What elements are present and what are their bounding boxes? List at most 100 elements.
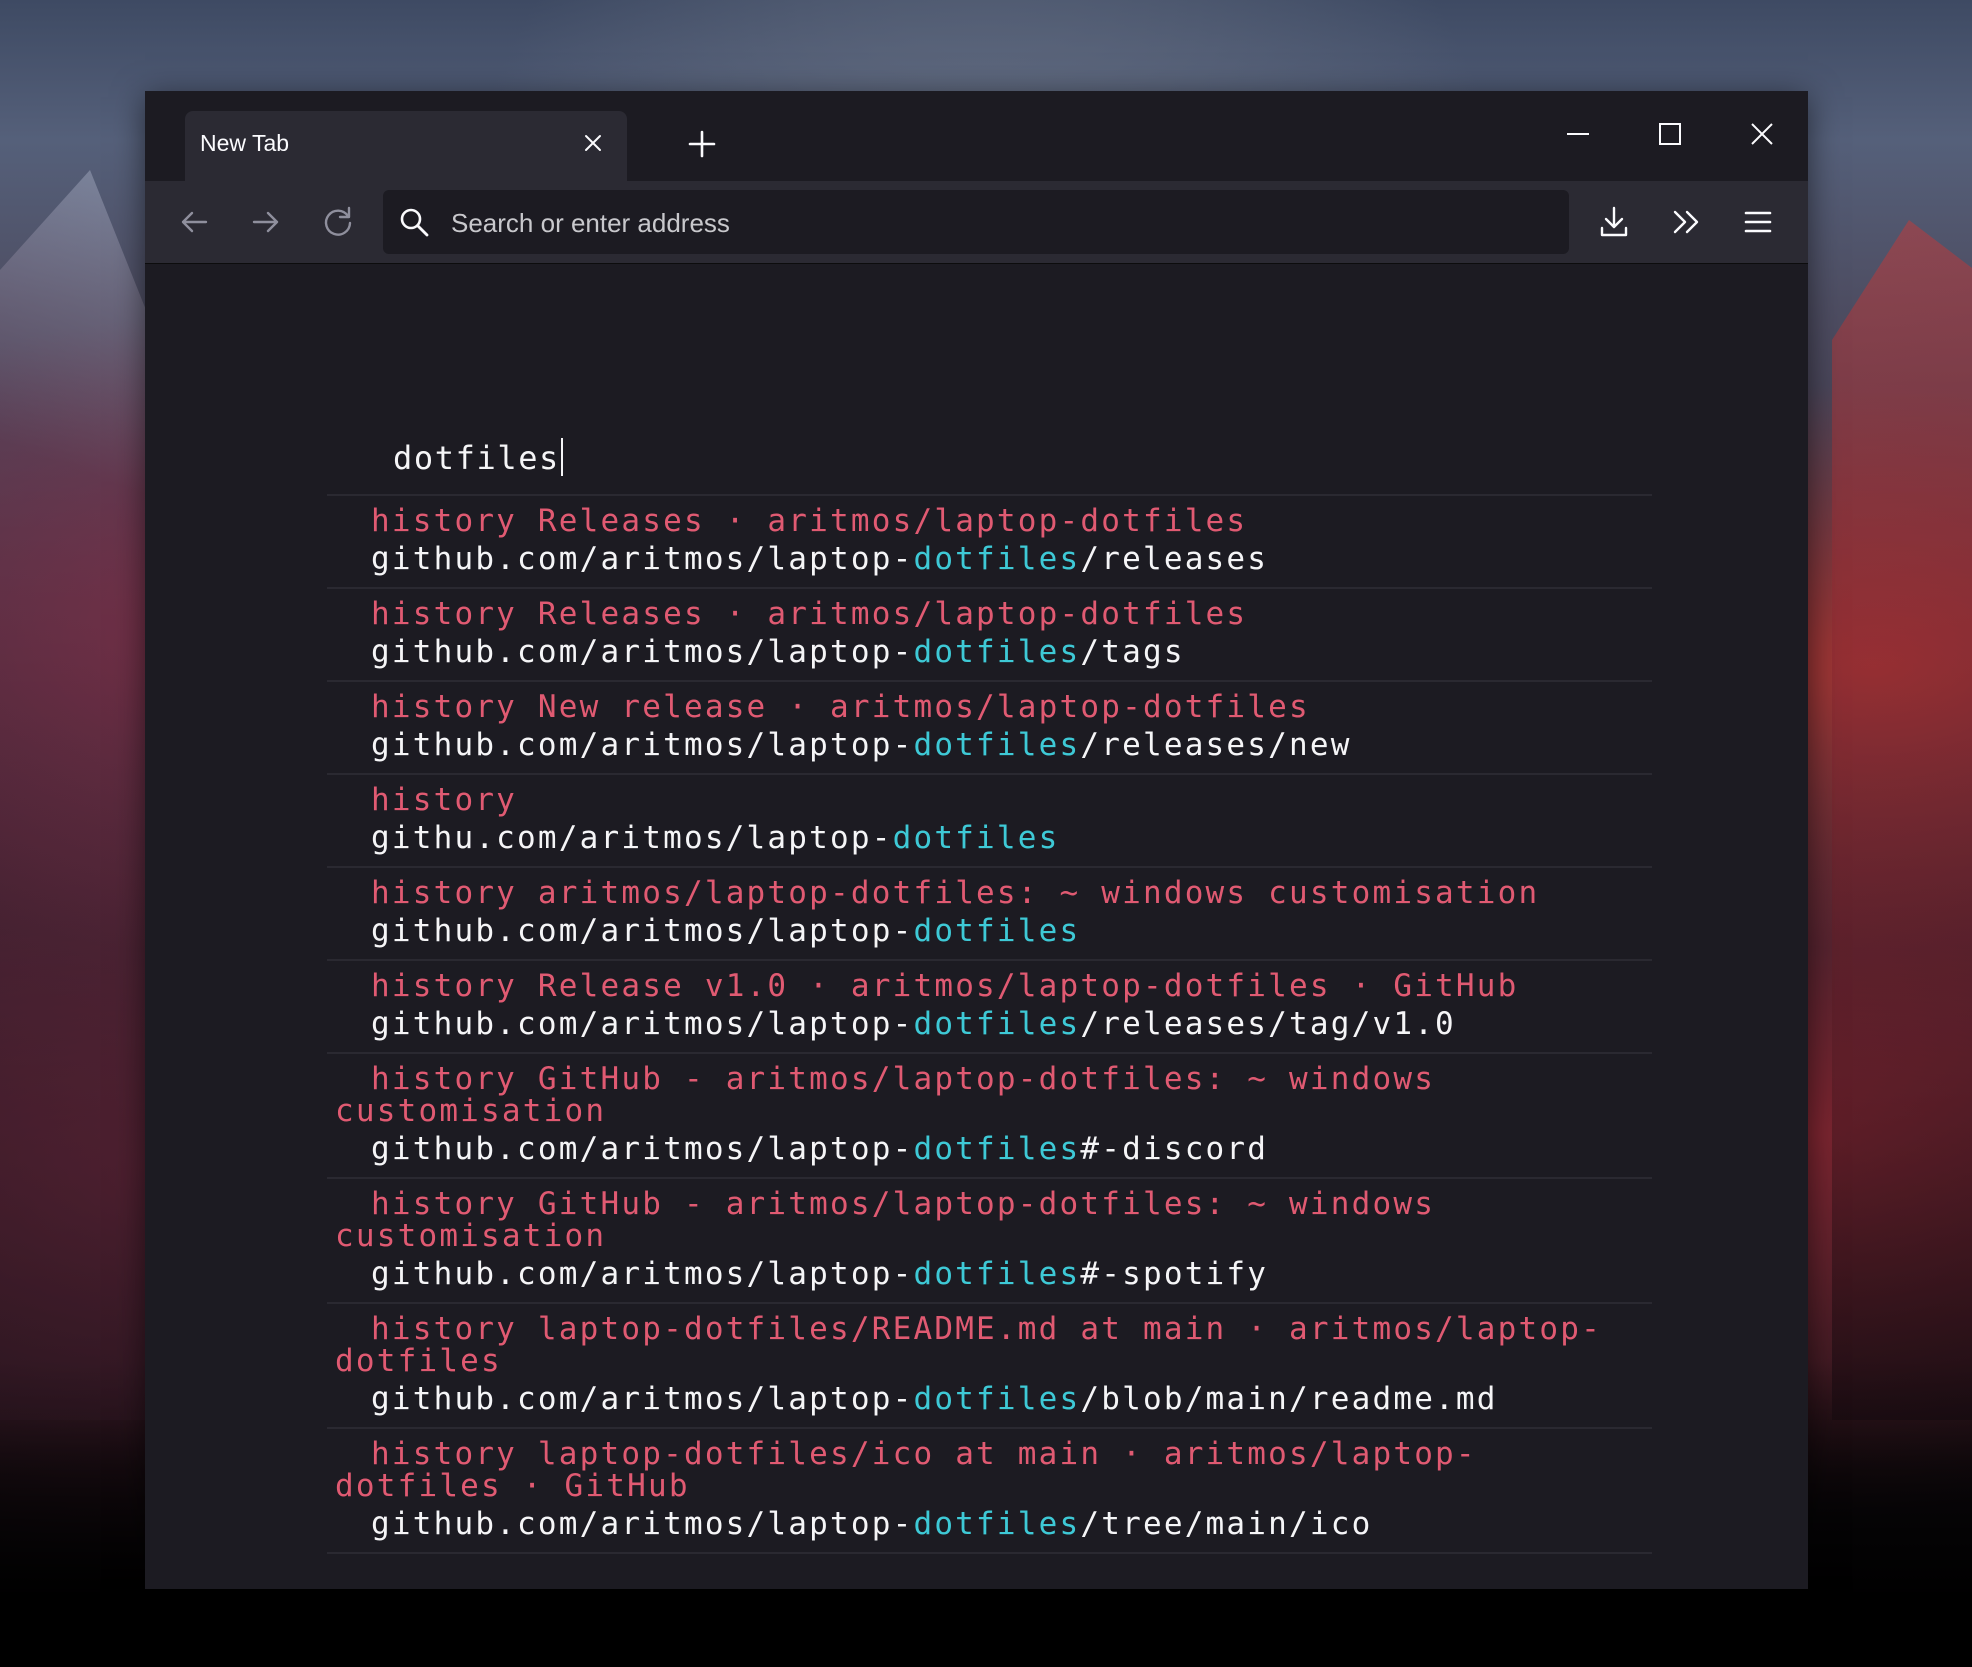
omnibox-panel: dotfiles history Releases · aritmos/lapt… <box>327 424 1652 1589</box>
url-match-highlight: dotfiles <box>913 913 1081 949</box>
url-suffix: /releases <box>1080 541 1269 577</box>
suggestion-title: history laptop-dotfiles/ico at main · ar… <box>335 1438 1625 1502</box>
url-prefix: github.com/aritmos/laptop- <box>371 1381 914 1417</box>
history-tag: history <box>371 596 518 632</box>
new-tab-plus-icon[interactable] <box>685 127 719 161</box>
close-window-icon[interactable] <box>1747 119 1777 149</box>
suggestion-row[interactable]: history laptop-dotfiles/ico at main · ar… <box>327 1429 1652 1554</box>
page-content: dotfiles history Releases · aritmos/lapt… <box>145 264 1808 1589</box>
navigation-toolbar: Search or enter address <box>145 181 1808 264</box>
wallpaper-mountain-left <box>0 170 150 1420</box>
url-match-highlight: dotfiles <box>892 820 1060 856</box>
suggestion-url: github.com/aritmos/laptop-dotfiles/relea… <box>335 1002 1652 1046</box>
omnibox-query: dotfiles <box>393 438 563 477</box>
url-match-highlight: dotfiles <box>913 1506 1081 1542</box>
suggestion-url: github.com/aritmos/laptop-dotfiles/blob/… <box>335 1377 1652 1421</box>
suggestion-url: github.com/aritmos/laptop-dotfiles <box>335 909 1652 953</box>
suggestion-row[interactable]: history Releases · aritmos/laptop-dotfil… <box>327 589 1652 682</box>
tab-new-tab[interactable]: New Tab <box>185 111 627 181</box>
wallpaper-mountain-right <box>1832 220 1972 1420</box>
suggestion-url: github.com/aritmos/laptop-dotfiles/relea… <box>335 537 1652 581</box>
suggestion-title: history laptop-dotfiles/README.md at mai… <box>335 1313 1625 1377</box>
suggestion-title-text: aritmos/laptop-dotfiles: ~ windows custo… <box>537 875 1540 911</box>
suggestion-row[interactable]: history Releases · aritmos/laptop-dotfil… <box>327 496 1652 589</box>
history-tag: history <box>371 1186 518 1222</box>
omnibox-input[interactable]: dotfiles <box>327 424 1652 496</box>
suggestion-list: history Releases · aritmos/laptop-dotfil… <box>327 496 1652 1554</box>
search-icon <box>398 206 430 238</box>
download-icon[interactable] <box>1593 201 1635 243</box>
suggestion-row[interactable]: history Release v1.0 · aritmos/laptop-do… <box>327 961 1652 1054</box>
history-tag: history <box>371 782 518 818</box>
suggestion-row[interactable]: history githu.com/aritmos/laptop-dotfile… <box>327 775 1652 868</box>
chevrons-right-icon[interactable] <box>1665 201 1707 243</box>
url-match-highlight: dotfiles <box>913 727 1081 763</box>
url-match-highlight: dotfiles <box>913 1131 1081 1167</box>
url-match-highlight: dotfiles <box>913 1256 1081 1292</box>
url-prefix: github.com/aritmos/laptop- <box>371 634 914 670</box>
url-suffix: /tree/main/ico <box>1080 1506 1373 1542</box>
tab-title: New Tab <box>200 130 290 156</box>
arrow-right-icon[interactable] <box>245 201 287 243</box>
url-prefix: github.com/aritmos/laptop- <box>371 541 914 577</box>
suggestion-title-text: Releases · aritmos/laptop-dotfiles <box>537 596 1248 632</box>
url-suffix: /releases/new <box>1080 727 1352 763</box>
suggestion-title: history aritmos/laptop-dotfiles: ~ windo… <box>335 877 1652 909</box>
url-suffix: #-discord <box>1080 1131 1269 1167</box>
url-prefix: github.com/aritmos/laptop- <box>371 1131 914 1167</box>
history-tag: history <box>371 875 518 911</box>
url-suffix: /tags <box>1080 634 1185 670</box>
maximize-icon[interactable] <box>1655 119 1685 149</box>
suggestion-row[interactable]: history laptop-dotfiles/README.md at mai… <box>327 1304 1652 1429</box>
suggestion-title: history GitHub - aritmos/laptop-dotfiles… <box>335 1188 1625 1252</box>
suggestion-title-text: Release v1.0 · aritmos/laptop-dotfiles ·… <box>537 968 1519 1004</box>
suggestion-url: githu.com/aritmos/laptop-dotfiles <box>335 816 1652 860</box>
history-tag: history <box>371 968 518 1004</box>
url-prefix: github.com/aritmos/laptop- <box>371 1256 914 1292</box>
suggestion-title: history Releases · aritmos/laptop-dotfil… <box>335 505 1652 537</box>
history-tag: history <box>371 1436 518 1472</box>
suggestion-row[interactable]: history aritmos/laptop-dotfiles: ~ windo… <box>327 868 1652 961</box>
url-match-highlight: dotfiles <box>913 541 1081 577</box>
title-bar: New Tab <box>145 91 1808 181</box>
url-suffix: /releases/tag/v1.0 <box>1080 1006 1456 1042</box>
history-tag: history <box>371 1311 518 1347</box>
suggestion-title: history Release v1.0 · aritmos/laptop-do… <box>335 970 1652 1002</box>
suggestion-title: history Releases · aritmos/laptop-dotfil… <box>335 598 1652 630</box>
url-match-highlight: dotfiles <box>913 1381 1081 1417</box>
url-suffix: #-spotify <box>1080 1256 1269 1292</box>
url-prefix: github.com/aritmos/laptop- <box>371 727 914 763</box>
tab-close-icon[interactable] <box>579 129 607 157</box>
url-prefix: github.com/aritmos/laptop- <box>371 1506 914 1542</box>
hamburger-menu-icon[interactable] <box>1737 201 1779 243</box>
suggestion-url: github.com/aritmos/laptop-dotfiles#-spot… <box>335 1252 1652 1296</box>
suggestion-url: github.com/aritmos/laptop-dotfiles#-disc… <box>335 1127 1652 1171</box>
suggestion-title-text: Releases · aritmos/laptop-dotfiles <box>537 503 1248 539</box>
suggestion-url: github.com/aritmos/laptop-dotfiles/tree/… <box>335 1502 1652 1546</box>
url-prefix: github.com/aritmos/laptop- <box>371 913 914 949</box>
suggestion-url: github.com/aritmos/laptop-dotfiles/tags <box>335 630 1652 674</box>
url-match-highlight: dotfiles <box>913 634 1081 670</box>
history-tag: history <box>371 689 518 725</box>
address-bar[interactable]: Search or enter address <box>383 190 1569 254</box>
omnibox-query-text: dotfiles <box>393 439 560 477</box>
suggestion-row[interactable]: history GitHub - aritmos/laptop-dotfiles… <box>327 1054 1652 1179</box>
url-prefix: github.com/aritmos/laptop- <box>371 1006 914 1042</box>
minimize-icon[interactable] <box>1563 119 1593 149</box>
url-suffix: /blob/main/readme.md <box>1080 1381 1498 1417</box>
suggestion-url: github.com/aritmos/laptop-dotfiles/relea… <box>335 723 1652 767</box>
address-placeholder: Search or enter address <box>451 208 730 238</box>
history-tag: history <box>371 1061 518 1097</box>
suggestion-row[interactable]: history GitHub - aritmos/laptop-dotfiles… <box>327 1179 1652 1304</box>
suggestion-title: history <box>335 784 1652 816</box>
suggestion-row[interactable]: history New release · aritmos/laptop-dot… <box>327 682 1652 775</box>
suggestion-title-text: New release · aritmos/laptop-dotfiles <box>537 689 1310 725</box>
url-match-highlight: dotfiles <box>913 1006 1081 1042</box>
text-caret <box>560 438 563 476</box>
url-prefix: githu.com/aritmos/laptop- <box>371 820 893 856</box>
reload-icon[interactable] <box>317 201 359 243</box>
suggestion-title: history New release · aritmos/laptop-dot… <box>335 691 1652 723</box>
browser-window: New Tab Search or enter address dotfiles… <box>145 91 1808 1589</box>
arrow-left-icon[interactable] <box>173 201 215 243</box>
history-tag: history <box>371 503 518 539</box>
